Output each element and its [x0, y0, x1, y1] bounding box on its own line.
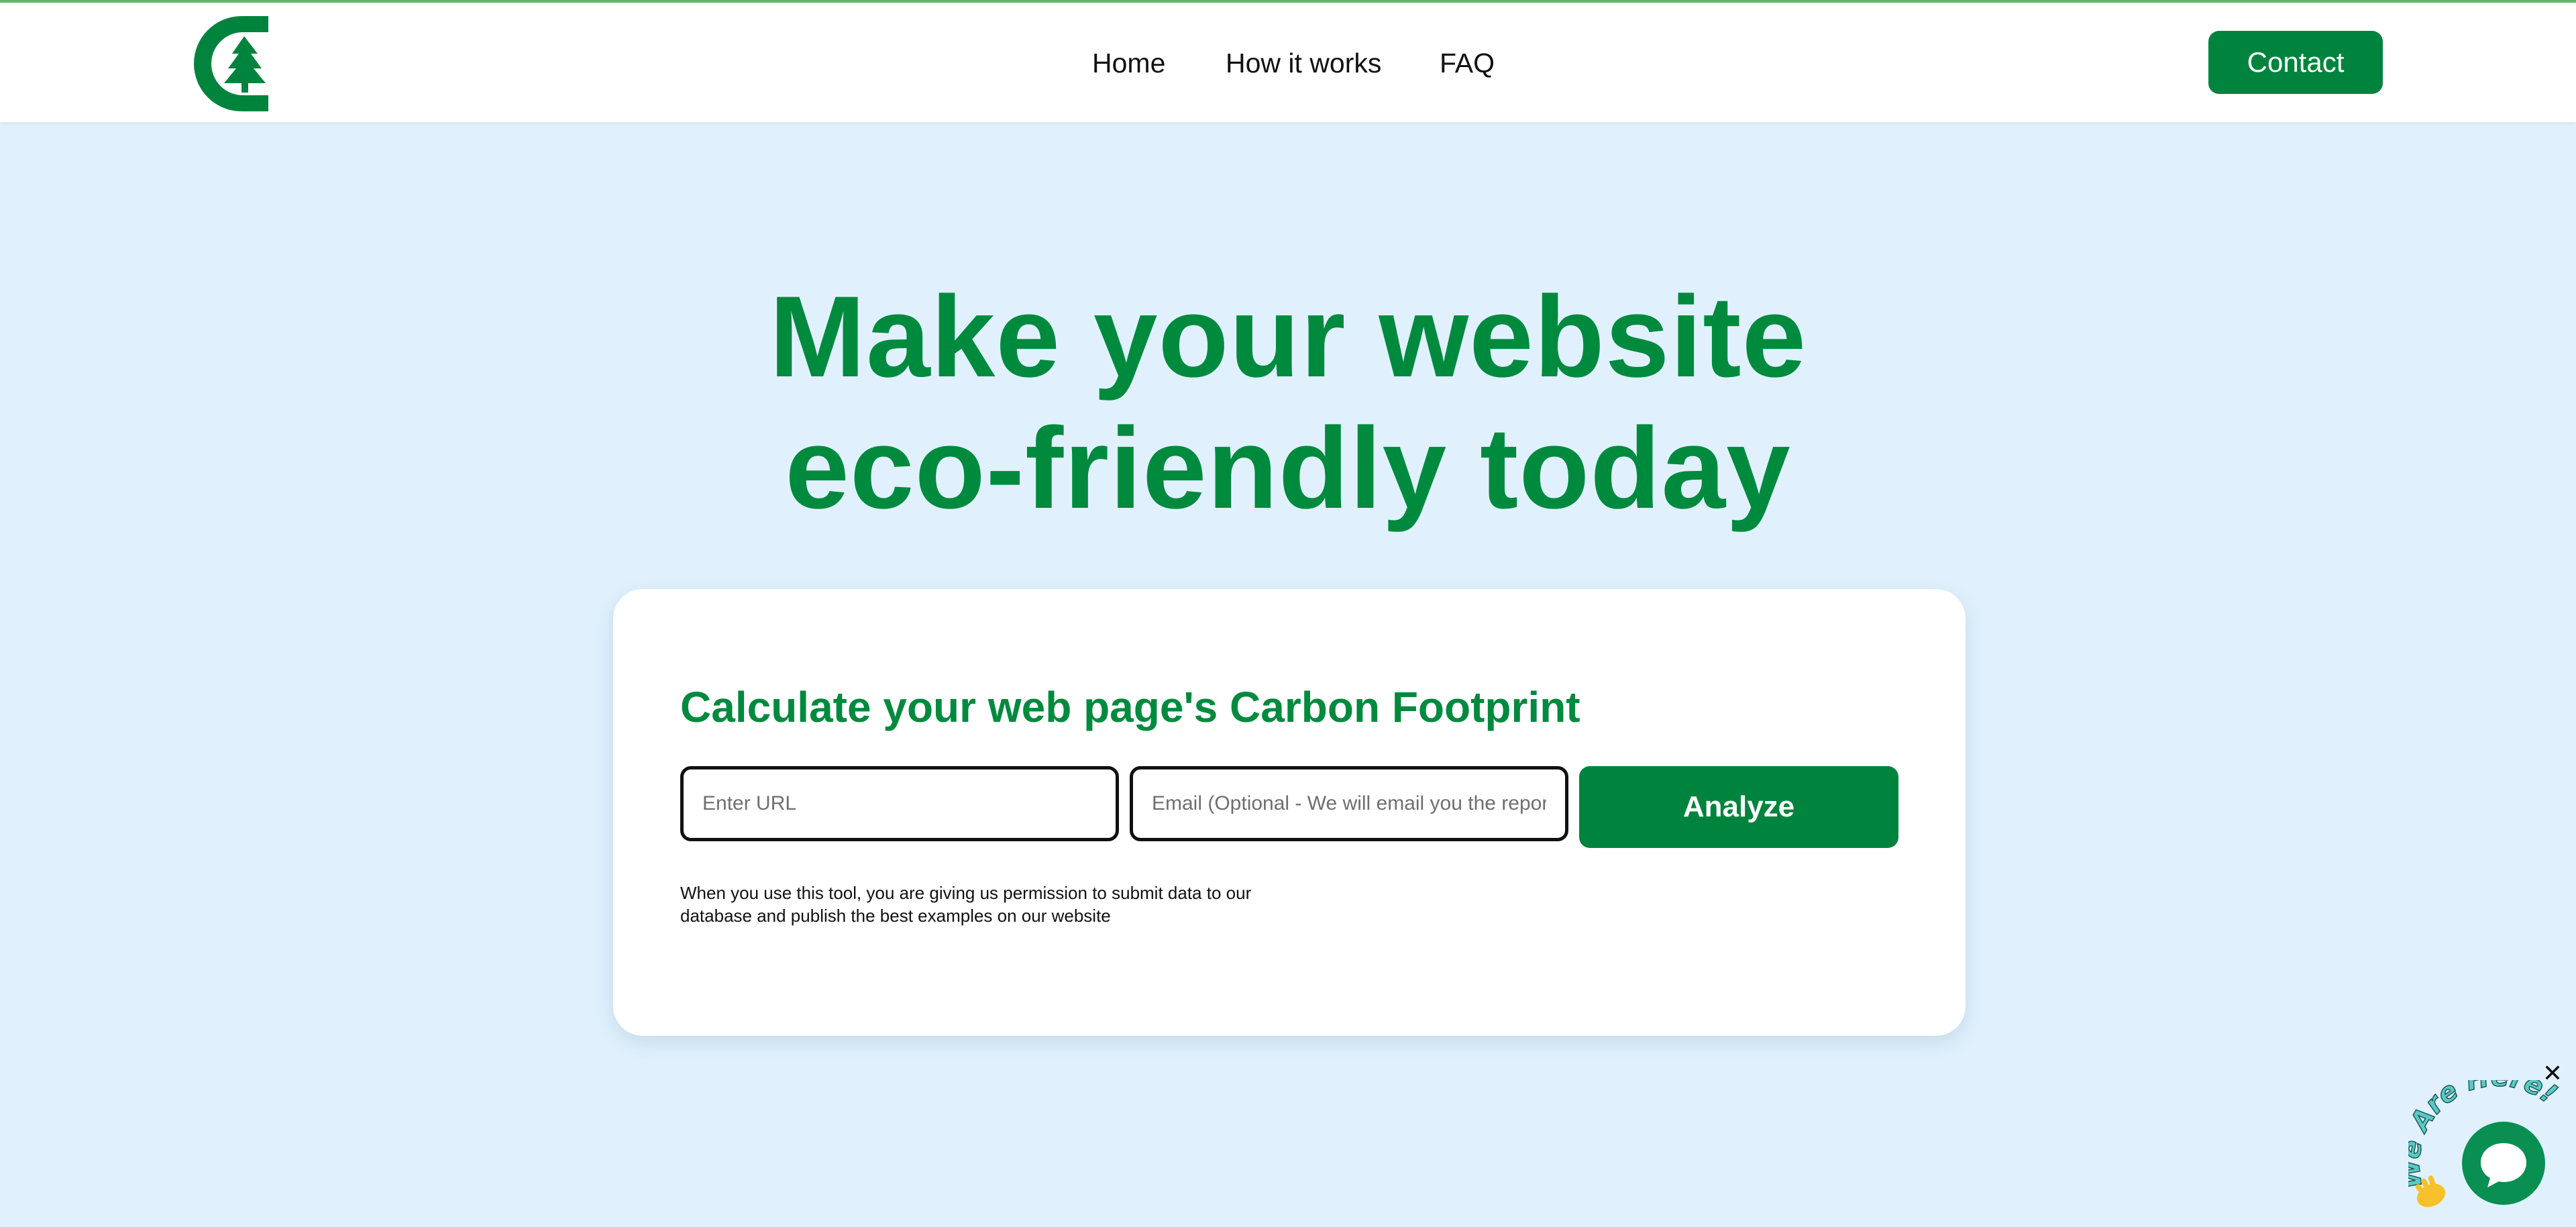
hero-headline-line-1: Make your website: [769, 272, 1807, 401]
email-input[interactable]: [1130, 766, 1568, 841]
permission-disclaimer: When you use this tool, you are giving u…: [680, 882, 1284, 927]
analyze-button[interactable]: Analyze: [1579, 766, 1898, 848]
calculator-card: Calculate your web page's Carbon Footpri…: [613, 589, 1966, 1036]
tree-c-logo-icon[interactable]: [193, 16, 271, 111]
disclaimer-line-1: When you use this tool, you are giving u…: [680, 883, 1252, 903]
disclaimer-line-2: database and publish the best examples o…: [680, 906, 1111, 926]
calculator-title: Calculate your web page's Carbon Footpri…: [680, 683, 1580, 731]
hero-headline: Make your website eco-friendly today: [0, 271, 2576, 534]
contact-button[interactable]: Contact: [2208, 31, 2383, 94]
chat-bubble-icon: [2481, 1143, 2526, 1187]
nav-link-faq[interactable]: FAQ: [1440, 44, 1495, 82]
main-nav: Home How it works FAQ: [0, 3, 2576, 122]
url-input[interactable]: [680, 766, 1119, 841]
site-header: Home How it works FAQ Contact: [0, 3, 2576, 122]
nav-link-home[interactable]: Home: [1092, 44, 1165, 82]
hero-headline-line-2: eco-friendly today: [785, 404, 1791, 533]
nav-link-how-it-works[interactable]: How it works: [1226, 44, 1381, 82]
chat-widget: ✕ We Are Here!: [2408, 1060, 2576, 1227]
chat-launcher[interactable]: [2462, 1122, 2545, 1205]
